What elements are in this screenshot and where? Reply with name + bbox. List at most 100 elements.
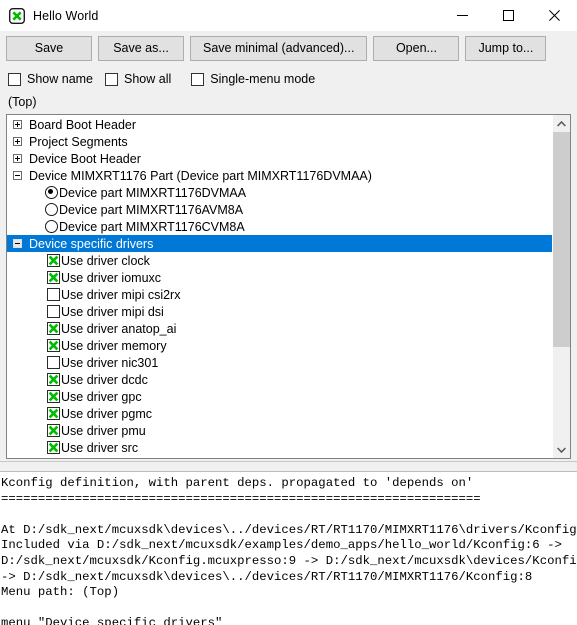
help-line: Kconfig definition, with parent deps. pr…	[1, 476, 474, 490]
checkbox-box	[191, 72, 205, 86]
save-button[interactable]: Save	[6, 36, 92, 61]
config-tree-panel: Board Boot Header Project Segments Device …	[6, 114, 571, 459]
help-line: ========================================…	[1, 491, 481, 506]
single-menu-mode-label: Single-menu mode	[210, 72, 316, 86]
scrollbar-track[interactable]	[553, 132, 570, 441]
tree-row[interactable]: Device part MIMXRT1176DVMAA	[7, 184, 552, 201]
tree-row[interactable]: Use driver pmu	[7, 422, 552, 439]
checkbox-icon[interactable]	[47, 424, 60, 437]
help-line: D:/sdk_next/mcuxsdk/Kconfig.mcuxpresso:9…	[1, 553, 577, 568]
tree-row-label: Device specific drivers	[29, 236, 154, 251]
maximize-icon[interactable]	[485, 0, 531, 31]
help-line	[1, 601, 577, 617]
tree-row[interactable]: Use driver dcdc	[7, 371, 552, 388]
radio-icon[interactable]	[45, 220, 58, 233]
window-title: Hello World	[33, 8, 99, 23]
tree-row[interactable]: Use driver src	[7, 439, 552, 456]
close-icon[interactable]	[531, 0, 577, 31]
minimize-icon[interactable]	[439, 0, 485, 31]
tree-row-label: Use driver pmu	[61, 423, 146, 438]
tree-row[interactable]: Use driver mipi csi2rx	[7, 286, 552, 303]
breadcrumb: (Top)	[0, 90, 577, 114]
tree-row-label: Use driver dcdc	[61, 372, 148, 387]
tree-row-label: Use driver pgmc	[61, 406, 152, 421]
panel-splitter[interactable]	[0, 461, 577, 472]
tree-row-label: Use driver src	[61, 440, 139, 455]
tree-row[interactable]: Use driver pgmc	[7, 405, 552, 422]
checkbox-icon[interactable]	[47, 254, 60, 267]
checkbox-icon[interactable]	[47, 305, 60, 318]
checkbox-icon[interactable]	[47, 441, 60, 454]
tree-row-label: Device part MIMXRT1176DVMAA	[59, 185, 247, 200]
tree-row[interactable]: Board Boot Header	[7, 116, 552, 133]
tree-row[interactable]: Use driver nic301	[7, 354, 552, 371]
options-row: Show name Show all Single-menu mode	[0, 66, 577, 90]
show-name-checkbox[interactable]: Show name	[8, 72, 93, 86]
help-line: Included via D:/sdk_next/mcuxsdk/example…	[1, 538, 562, 553]
tree-row[interactable]: Use driver mipi dsi	[7, 303, 552, 320]
checkbox-icon[interactable]	[47, 373, 60, 386]
tree-row-label: Use driver clock	[61, 253, 150, 268]
checkbox-box	[105, 72, 119, 86]
help-line: Menu path: (Top)	[1, 585, 120, 600]
expand-icon[interactable]	[13, 120, 22, 129]
radio-icon[interactable]	[45, 203, 58, 216]
tree-row-label: Use driver gpc	[61, 389, 142, 404]
tree-row[interactable]: Device MIMXRT1176 Part (Device part MIMX…	[7, 167, 552, 184]
tree-row[interactable]: Use driver anatop_ai	[7, 320, 552, 337]
single-menu-mode-checkbox[interactable]: Single-menu mode	[191, 72, 315, 86]
checkbox-icon[interactable]	[47, 271, 60, 284]
open-button[interactable]: Open...	[373, 36, 460, 61]
collapse-icon[interactable]	[13, 239, 22, 248]
checkbox-box	[8, 72, 21, 86]
tree-row[interactable]: Use driver gpc	[7, 388, 552, 405]
help-line	[1, 507, 577, 523]
chevron-up-icon[interactable]	[553, 115, 570, 132]
tree-row-label: Use driver nic301	[61, 355, 159, 370]
title-bar: Hello World	[0, 0, 577, 31]
tree-row[interactable]: Use driver clock	[7, 252, 552, 269]
help-line: menu "Device specific drivers"	[1, 616, 223, 625]
checkbox-icon[interactable]	[47, 390, 60, 403]
checkbox-icon[interactable]	[47, 339, 60, 352]
checkbox-icon[interactable]	[47, 288, 60, 301]
tree-row[interactable]: Project Segments	[7, 133, 552, 150]
tree-row-label: Device part MIMXRT1176CVM8A	[59, 219, 245, 234]
chevron-down-icon[interactable]	[553, 441, 570, 458]
tree-row[interactable]: Use driver memory	[7, 337, 552, 354]
tree-row-label: Device part MIMXRT1176AVM8A	[59, 202, 244, 217]
show-all-label: Show all	[124, 72, 172, 86]
expand-icon[interactable]	[13, 154, 22, 163]
help-line: At D:/sdk_next/mcuxsdk\devices\../device…	[1, 522, 577, 537]
jump-to-button[interactable]: Jump to...	[465, 36, 547, 61]
checkbox-icon[interactable]	[47, 356, 60, 369]
green-x-icon	[9, 7, 25, 24]
tree-row-label: Device MIMXRT1176 Part (Device part MIMX…	[29, 168, 372, 183]
tree-row-label: Board Boot Header	[29, 117, 137, 132]
tree-row[interactable]: Device specific drivers	[7, 235, 552, 252]
checkbox-icon[interactable]	[47, 407, 60, 420]
scrollbar-thumb[interactable]	[553, 132, 570, 347]
tree-row-label: Use driver mipi dsi	[61, 304, 164, 319]
config-tree[interactable]: Board Boot Header Project Segments Device …	[7, 115, 552, 458]
tree-scrollbar[interactable]	[552, 115, 570, 458]
toolbar: Save Save as... Save minimal (advanced).…	[0, 31, 577, 66]
save-minimal-button[interactable]: Save minimal (advanced)...	[190, 36, 368, 61]
help-line: -> D:/sdk_next/mcuxsdk\devices\../device…	[1, 569, 533, 584]
tree-row-label: Device Boot Header	[29, 151, 141, 166]
radio-icon[interactable]	[45, 186, 58, 199]
tree-row[interactable]: Device Boot Header	[7, 150, 552, 167]
expand-icon[interactable]	[13, 137, 22, 146]
tree-row[interactable]: Use driver iomuxc	[7, 269, 552, 286]
tree-row-label: Use driver anatop_ai	[61, 321, 177, 336]
tree-row[interactable]: Device part MIMXRT1176AVM8A	[7, 201, 552, 218]
tree-row-label: Use driver memory	[61, 338, 167, 353]
show-all-checkbox[interactable]: Show all	[105, 72, 171, 86]
tree-row[interactable]: Device part MIMXRT1176CVM8A	[7, 218, 552, 235]
checkbox-icon[interactable]	[47, 322, 60, 335]
tree-row-label: Use driver iomuxc	[61, 270, 162, 285]
collapse-icon[interactable]	[13, 171, 22, 180]
kconfig-help-text[interactable]: Kconfig definition, with parent deps. pr…	[0, 472, 577, 625]
tree-row-label: Project Segments	[29, 134, 128, 149]
save-as-button[interactable]: Save as...	[98, 36, 184, 61]
